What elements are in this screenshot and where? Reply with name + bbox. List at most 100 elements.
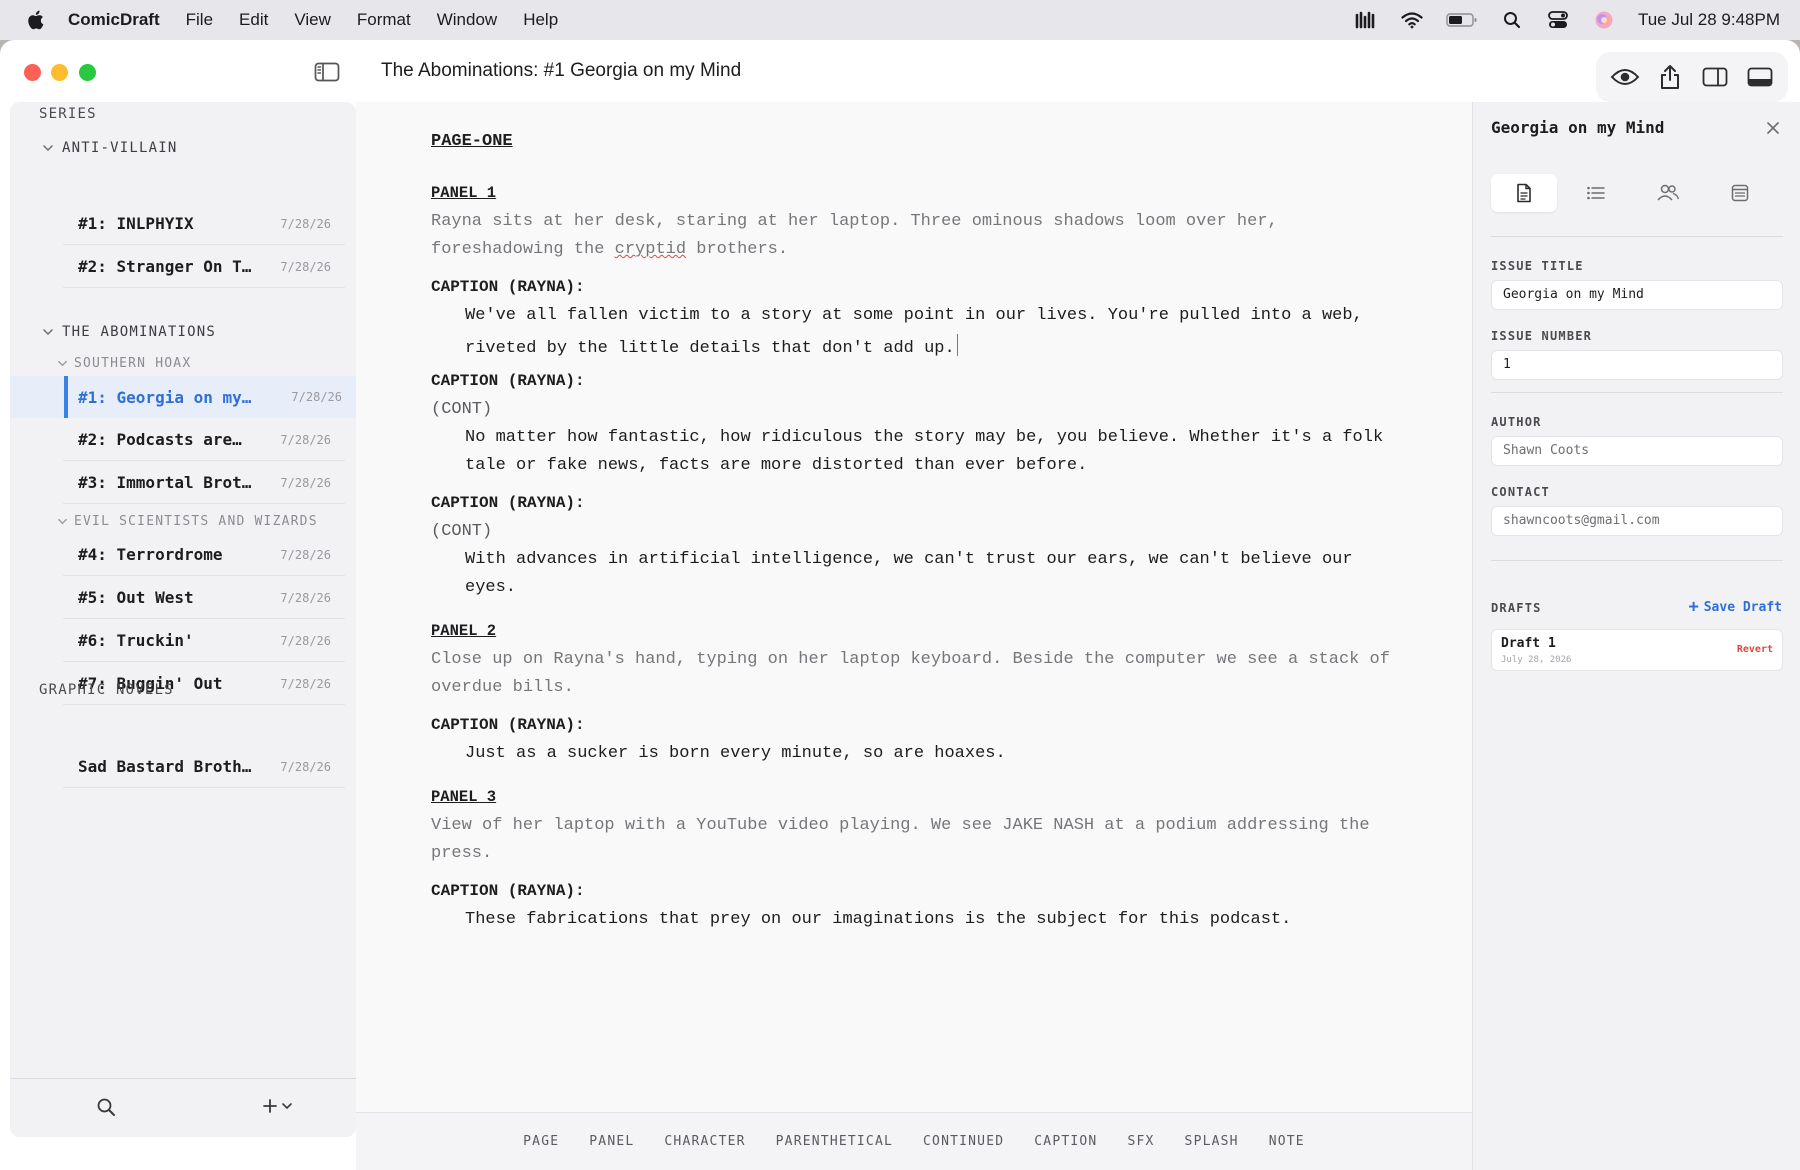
sidebar-item-sad-bastard[interactable]: Sad Bastard Broth… 7/28/26 (63, 746, 345, 788)
menu-file[interactable]: File (186, 10, 213, 30)
inspector-toggle-icon[interactable] (1699, 61, 1731, 93)
sidebar-item-out-west[interactable]: #5: Out West 7/28/26 (63, 577, 345, 619)
tab-notes[interactable] (1707, 174, 1773, 212)
element-character-button[interactable]: CHARACTER (664, 1134, 745, 1149)
apple-menu-icon[interactable] (22, 7, 48, 33)
element-panel-button[interactable]: PANEL (589, 1134, 634, 1149)
control-center-icon[interactable] (1546, 9, 1570, 31)
item-date: 7/28/26 (280, 216, 331, 231)
subgroup-label: EVIL SCIENTISTS AND WIZARDS (74, 514, 318, 529)
inspector-tabs (1491, 174, 1773, 212)
panel-3-description-line: View of her laptop with a YouTube video … (431, 816, 1370, 835)
contact-label: CONTACT (1491, 485, 1550, 499)
divider (1491, 392, 1783, 393)
element-page-button[interactable]: PAGE (523, 1134, 559, 1149)
contact-field[interactable]: shawncoots@gmail.com (1491, 506, 1783, 536)
zoom-window-button[interactable] (79, 64, 96, 81)
group-anti-villain[interactable]: ANTI-VILLAIN (42, 140, 178, 156)
sidebar-item-issue-1[interactable]: #1: INLPHYIX 7/28/26 (63, 203, 345, 245)
menu-help[interactable]: Help (523, 10, 558, 30)
plus-icon: + (1688, 597, 1699, 617)
caption-dialogue-line: We've all fallen victim to a story at so… (465, 306, 1363, 325)
desc-text: brothers. (686, 240, 789, 259)
element-sfx-button[interactable]: SFX (1127, 1134, 1154, 1149)
item-date: 7/28/26 (280, 759, 331, 774)
page-heading: PAGE-ONE (431, 132, 513, 151)
close-window-button[interactable] (24, 64, 41, 81)
menu-view[interactable]: View (294, 10, 331, 30)
element-parenthetical-button[interactable]: PARENTHETICAL (776, 1134, 893, 1149)
sidebar-item-truckin[interactable]: #6: Truckin' 7/28/26 (63, 620, 345, 662)
sidebar-item-podcasts[interactable]: #2: Podcasts are… 7/28/26 (63, 419, 345, 461)
caption-dialogue-line: No matter how fantastic, how ridiculous … (465, 428, 1384, 447)
toolbar-right (1596, 52, 1788, 102)
revert-draft-button[interactable]: Revert (1737, 644, 1773, 655)
issue-title-field[interactable]: Georgia on my Mind (1491, 280, 1783, 310)
item-label: #3: Immortal Brot… (78, 473, 252, 492)
element-caption-button[interactable]: CAPTION (1034, 1134, 1097, 1149)
issue-title-label: ISSUE TITLE (1491, 259, 1584, 273)
menu-bar: ComicDraft File Edit View Format Window … (0, 0, 1800, 40)
dialogue-text: riveted by the little details that don't… (465, 339, 955, 358)
search-icon[interactable] (96, 1097, 116, 1117)
misspelled-word[interactable]: cryptid (615, 240, 686, 259)
sidebar-item-issue-2[interactable]: #2: Stranger On T… 7/28/26 (63, 246, 345, 288)
parenthetical: (CONT) (431, 522, 493, 541)
panel-1-description-line: foreshadowing the cryptid brothers. (431, 240, 788, 259)
group-the-abominations[interactable]: THE ABOMINATIONS (42, 324, 216, 340)
element-note-button[interactable]: NOTE (1269, 1134, 1305, 1149)
subgroup-southern-hoax[interactable]: SOUTHERN HOAX (57, 356, 191, 371)
item-date: 7/28/26 (280, 676, 331, 691)
plus-icon (263, 1099, 277, 1113)
divider (1491, 560, 1783, 561)
siri-icon[interactable] (1592, 9, 1616, 31)
close-icon[interactable] (1766, 120, 1780, 134)
caption-dialogue-line: Just as a sucker is born every minute, s… (465, 744, 1006, 763)
caption-heading: CAPTION (RAYNA): (431, 494, 585, 512)
share-icon[interactable] (1654, 61, 1686, 93)
author-field[interactable]: Shawn Coots (1491, 436, 1783, 466)
battery-icon[interactable] (1446, 9, 1478, 31)
title-bar: The Abominations: #1 Georgia on my Mind (0, 40, 1800, 110)
tab-document-info[interactable] (1491, 174, 1557, 212)
item-date: 7/28/26 (291, 390, 342, 404)
parenthetical: (CONT) (431, 400, 493, 419)
minimize-window-button[interactable] (51, 64, 68, 81)
chevron-down-icon (58, 360, 67, 367)
menu-bar-clock[interactable]: Tue Jul 28 9:48PM (1638, 10, 1780, 30)
menu-window[interactable]: Window (437, 10, 497, 30)
inspector-title: Georgia on my Mind (1491, 118, 1665, 137)
element-continued-button[interactable]: CONTINUED (923, 1134, 1004, 1149)
audio-status-icon[interactable] (1354, 9, 1378, 31)
item-date: 7/28/26 (280, 259, 331, 274)
item-date: 7/28/26 (280, 547, 331, 562)
element-splash-button[interactable]: SPLASH (1185, 1134, 1239, 1149)
sidebar-item-immortal[interactable]: #3: Immortal Brot… 7/28/26 (63, 462, 345, 504)
tab-characters[interactable] (1635, 174, 1701, 212)
sidebar-item-georgia-selected[interactable]: #1: Georgia on my… 7/28/26 (10, 376, 356, 418)
menu-format[interactable]: Format (357, 10, 411, 30)
save-draft-button[interactable]: + Save Draft (1688, 597, 1782, 617)
item-label: #4: Terrordrome (78, 545, 223, 564)
caption-dialogue-line: riveted by the little details that don't… (465, 334, 958, 358)
issue-number-label: ISSUE NUMBER (1491, 329, 1593, 343)
app-menu[interactable]: ComicDraft (68, 10, 160, 30)
spotlight-search-icon[interactable] (1500, 9, 1524, 31)
caption-dialogue-line: tale or fake news, facts are more distor… (465, 456, 1088, 475)
subgroup-label: SOUTHERN HOAX (74, 356, 192, 371)
menu-edit[interactable]: Edit (239, 10, 268, 30)
tab-outline[interactable] (1563, 174, 1629, 212)
script-editor[interactable]: PAGE-ONE PANEL 1 Rayna sits at her desk,… (356, 102, 1472, 1112)
issue-number-field[interactable]: 1 (1491, 350, 1783, 380)
caption-heading: CAPTION (RAYNA): (431, 882, 585, 900)
add-menu-button[interactable] (262, 1095, 296, 1117)
panel-2-heading: PANEL 2 (431, 622, 497, 640)
draft-card[interactable]: Draft 1 July 28, 2026 Revert (1491, 629, 1783, 671)
sidebar-item-terrordrome[interactable]: #4: Terrordrome 7/28/26 (63, 534, 345, 576)
bottom-panel-toggle-icon[interactable] (1744, 61, 1776, 93)
sidebar-toggle-icon[interactable] (314, 62, 340, 84)
wifi-icon[interactable] (1400, 9, 1424, 31)
preview-eye-icon[interactable] (1609, 61, 1641, 93)
subgroup-evil-scientists[interactable]: EVIL SCIENTISTS AND WIZARDS (57, 514, 318, 529)
draft-name: Draft 1 (1501, 636, 1556, 651)
